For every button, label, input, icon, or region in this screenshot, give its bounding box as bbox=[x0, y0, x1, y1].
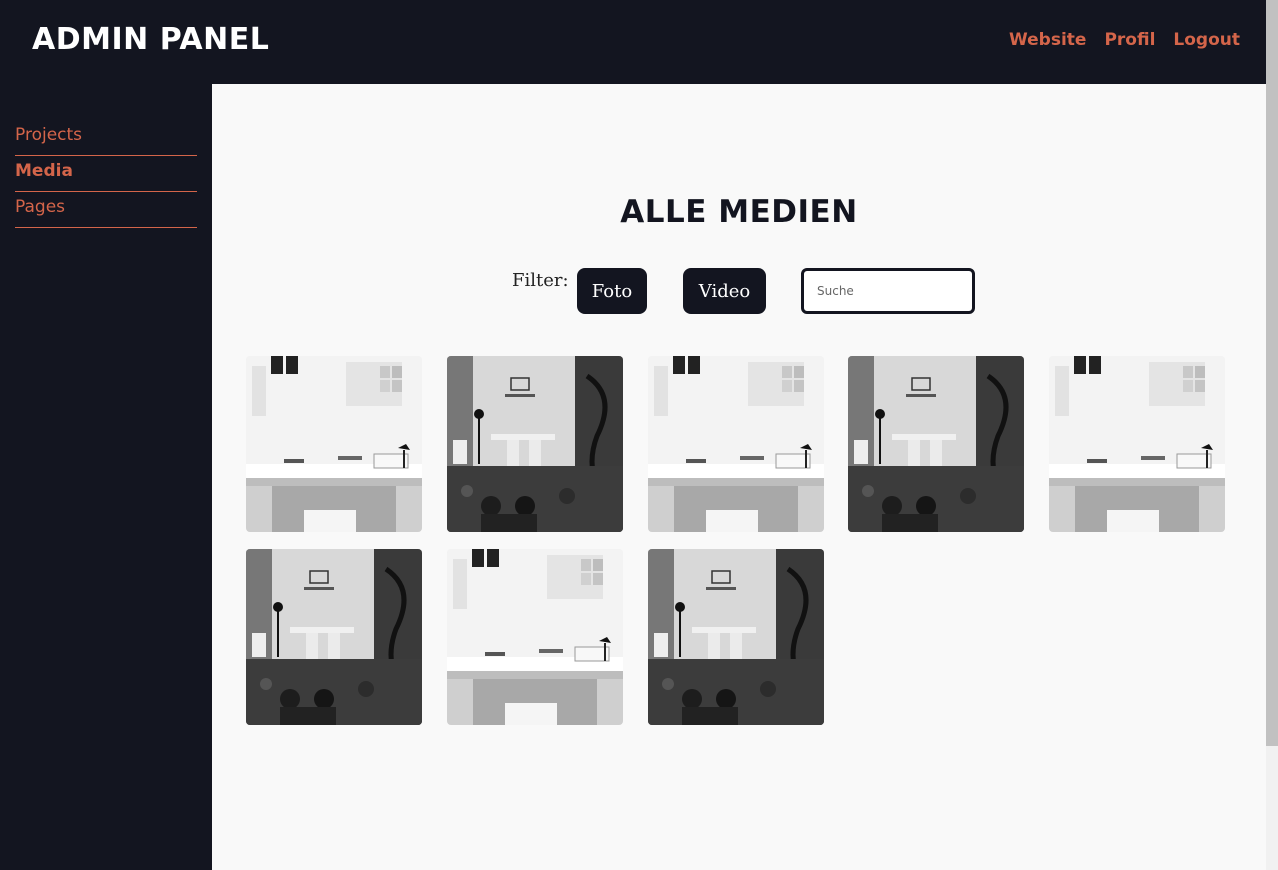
media-thumbnail[interactable] bbox=[246, 356, 422, 532]
page-title: ALLE MEDIEN bbox=[620, 194, 858, 230]
top-bar: ADMIN PANEL Website Profil Logout bbox=[0, 0, 1266, 84]
nav-profil-link[interactable]: Profil bbox=[1104, 30, 1155, 50]
media-thumbnail[interactable] bbox=[246, 549, 422, 725]
media-thumbnail[interactable] bbox=[648, 549, 824, 725]
brand-title: ADMIN PANEL bbox=[32, 22, 270, 57]
top-nav: Website Profil Logout bbox=[1009, 30, 1240, 50]
main-content: ALLE MEDIEN Filter: Foto Video bbox=[212, 84, 1266, 870]
page-scrollbar[interactable] bbox=[1266, 0, 1278, 870]
filter-video-button[interactable]: Video bbox=[683, 268, 766, 314]
sidebar-item-pages[interactable]: Pages bbox=[15, 192, 197, 228]
sidebar-item-media[interactable]: Media bbox=[15, 156, 197, 192]
media-thumbnail[interactable] bbox=[447, 549, 623, 725]
filter-label: Filter: bbox=[512, 270, 569, 291]
search-input[interactable] bbox=[801, 268, 975, 314]
media-thumbnail[interactable] bbox=[1049, 356, 1225, 532]
media-thumbnail[interactable] bbox=[648, 356, 824, 532]
sidebar: Projects Media Pages bbox=[0, 84, 212, 870]
scrollbar-thumb[interactable] bbox=[1266, 0, 1278, 746]
sidebar-item-projects[interactable]: Projects bbox=[15, 120, 197, 156]
media-thumbnail[interactable] bbox=[447, 356, 623, 532]
filter-foto-button[interactable]: Foto bbox=[577, 268, 647, 314]
media-thumbnail[interactable] bbox=[848, 356, 1024, 532]
nav-logout-link[interactable]: Logout bbox=[1173, 30, 1240, 50]
sidebar-menu: Projects Media Pages bbox=[15, 120, 197, 228]
nav-website-link[interactable]: Website bbox=[1009, 30, 1086, 50]
